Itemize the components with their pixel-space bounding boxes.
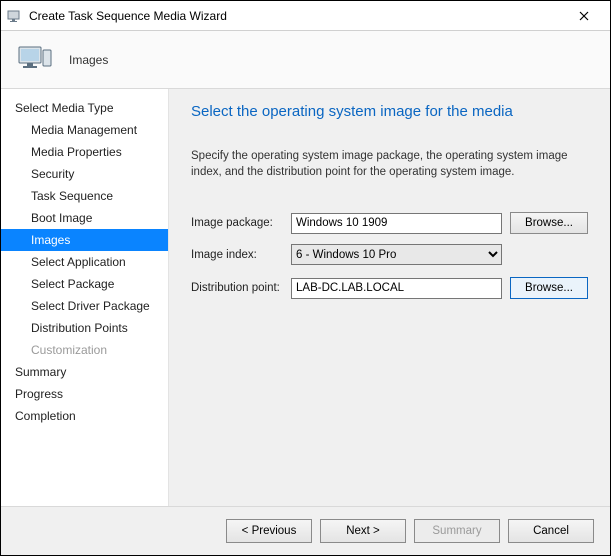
sidebar-item-images[interactable]: Images [1, 229, 168, 251]
sidebar-item-completion[interactable]: Completion [1, 405, 168, 427]
distribution-point-browse-button[interactable]: Browse... [510, 277, 588, 299]
sidebar-item-task-sequence[interactable]: Task Sequence [1, 185, 168, 207]
sidebar-item-customization: Customization [1, 339, 168, 361]
sidebar-item-select-package[interactable]: Select Package [1, 273, 168, 295]
distribution-point-field[interactable] [291, 278, 502, 299]
summary-button[interactable]: Summary [414, 519, 500, 543]
titlebar: Create Task Sequence Media Wizard [1, 1, 610, 31]
image-package-browse-button[interactable]: Browse... [510, 212, 588, 234]
sidebar-item-media-management[interactable]: Media Management [1, 119, 168, 141]
close-button[interactable] [564, 2, 604, 30]
previous-button[interactable]: < Previous [226, 519, 312, 543]
wizard-body: Select Media TypeMedia ManagementMedia P… [1, 89, 610, 506]
sidebar-item-select-media-type[interactable]: Select Media Type [1, 97, 168, 119]
sidebar-item-distribution-points[interactable]: Distribution Points [1, 317, 168, 339]
wizard-footer: < Previous Next > Summary Cancel [1, 506, 610, 555]
distribution-point-row: Distribution point: Browse... [191, 277, 588, 299]
sidebar: Select Media TypeMedia ManagementMedia P… [1, 89, 169, 506]
wizard-header: Images [1, 31, 610, 89]
sidebar-item-progress[interactable]: Progress [1, 383, 168, 405]
sidebar-item-boot-image[interactable]: Boot Image [1, 207, 168, 229]
computer-icon [15, 40, 55, 80]
wizard-window: Create Task Sequence Media Wizard Images… [0, 0, 611, 556]
cancel-button[interactable]: Cancel [508, 519, 594, 543]
image-index-row: Image index: 6 - Windows 10 Pro [191, 244, 588, 265]
next-button[interactable]: Next > [320, 519, 406, 543]
image-package-field[interactable] [291, 213, 502, 234]
window-title: Create Task Sequence Media Wizard [29, 9, 564, 23]
sidebar-item-select-driver-package[interactable]: Select Driver Package [1, 295, 168, 317]
sidebar-item-select-application[interactable]: Select Application [1, 251, 168, 273]
image-index-label: Image index: [191, 249, 283, 261]
app-icon [7, 8, 23, 24]
content-description: Specify the operating system image packa… [191, 148, 588, 180]
distribution-point-label: Distribution point: [191, 282, 283, 294]
content-pane: Select the operating system image for th… [169, 89, 610, 506]
sidebar-item-security[interactable]: Security [1, 163, 168, 185]
page-title: Images [69, 53, 108, 67]
sidebar-item-media-properties[interactable]: Media Properties [1, 141, 168, 163]
image-index-select[interactable]: 6 - Windows 10 Pro [291, 244, 502, 265]
sidebar-item-summary[interactable]: Summary [1, 361, 168, 383]
image-package-label: Image package: [191, 217, 283, 229]
content-heading: Select the operating system image for th… [191, 103, 588, 120]
image-package-row: Image package: Browse... [191, 212, 588, 234]
